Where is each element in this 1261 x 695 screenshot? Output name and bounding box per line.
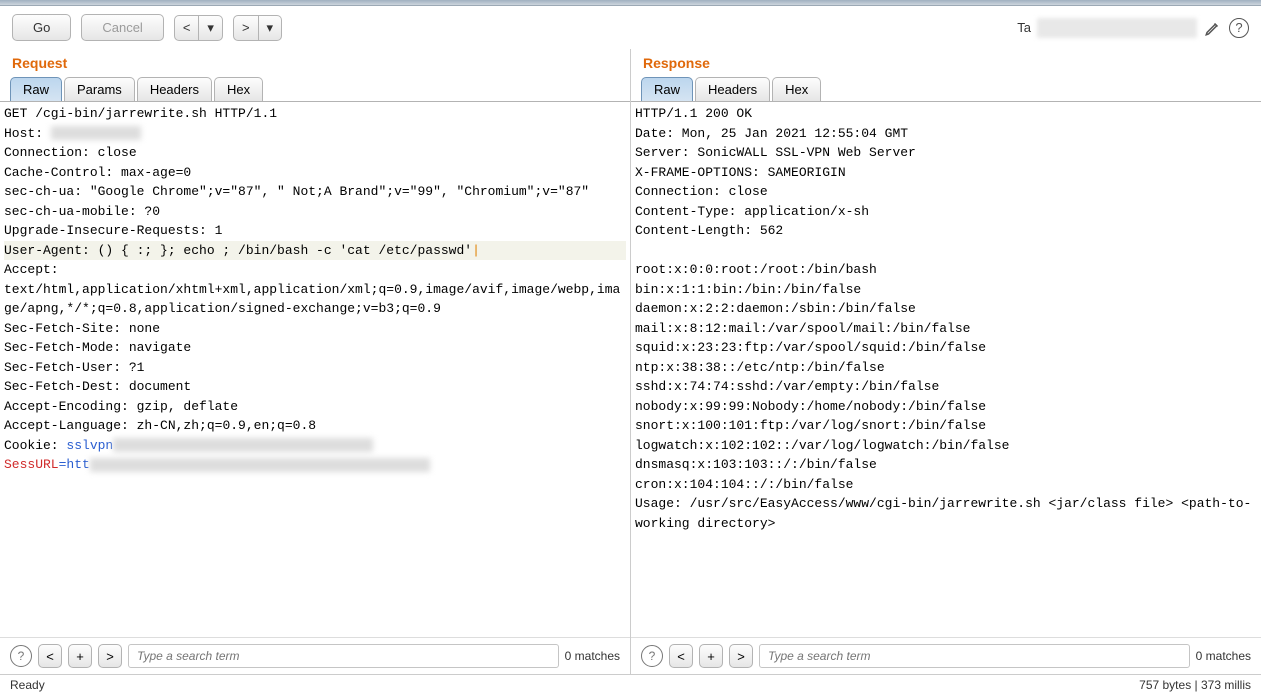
response-tabs: Raw Headers Hex (631, 77, 1261, 101)
request-search-add[interactable]: + (68, 644, 92, 668)
request-title: Request (0, 49, 630, 77)
request-search-bar: ? < + > 0 matches (0, 637, 630, 674)
status-bar: Ready 757 bytes | 373 millis (0, 674, 1261, 695)
response-matches: 0 matches (1196, 649, 1251, 663)
request-content[interactable]: GET /cgi-bin/jarrewrite.sh HTTP/1.1Host:… (0, 101, 630, 637)
request-panel: Request Raw Params Headers Hex GET /cgi-… (0, 49, 631, 674)
next-dropdown[interactable]: ▾ (259, 15, 283, 41)
response-title: Response (631, 49, 1261, 77)
main-split: Request Raw Params Headers Hex GET /cgi-… (0, 49, 1261, 674)
prev-button[interactable]: < (174, 15, 200, 41)
status-right: 757 bytes | 373 millis (1139, 678, 1251, 692)
response-search-help-icon[interactable]: ? (641, 645, 663, 667)
tab-hex-resp[interactable]: Hex (772, 77, 821, 101)
status-left: Ready (10, 678, 45, 692)
response-search-bar: ? < + > 0 matches (631, 637, 1261, 674)
request-matches: 0 matches (565, 649, 620, 663)
edit-icon[interactable] (1203, 18, 1223, 38)
prev-dropdown[interactable]: ▾ (199, 15, 223, 41)
request-search-help-icon[interactable]: ? (10, 645, 32, 667)
nav-prev-group: < ▾ (174, 15, 223, 41)
toolbar: Go Cancel < ▾ > ▾ Ta ? (0, 6, 1261, 49)
response-content[interactable]: HTTP/1.1 200 OKDate: Mon, 25 Jan 2021 12… (631, 101, 1261, 637)
go-button[interactable]: Go (12, 14, 71, 41)
request-tabs: Raw Params Headers Hex (0, 77, 630, 101)
request-search-input[interactable] (128, 644, 559, 668)
request-search-next[interactable]: > (98, 644, 122, 668)
response-panel: Response Raw Headers Hex HTTP/1.1 200 OK… (631, 49, 1261, 674)
response-search-add[interactable]: + (699, 644, 723, 668)
nav-next-group: > ▾ (233, 15, 282, 41)
tab-hex[interactable]: Hex (214, 77, 263, 101)
target-value-redacted (1037, 18, 1197, 38)
response-search-next[interactable]: > (729, 644, 753, 668)
request-search-prev[interactable]: < (38, 644, 62, 668)
response-search-input[interactable] (759, 644, 1190, 668)
tab-params[interactable]: Params (64, 77, 135, 101)
target-label: Ta (1017, 20, 1031, 35)
help-icon[interactable]: ? (1229, 18, 1249, 38)
tab-headers-resp[interactable]: Headers (695, 77, 770, 101)
tab-raw[interactable]: Raw (10, 77, 62, 101)
target-row: Ta ? (1017, 18, 1249, 38)
next-button[interactable]: > (233, 15, 259, 41)
tab-raw-resp[interactable]: Raw (641, 77, 693, 101)
tab-headers[interactable]: Headers (137, 77, 212, 101)
cancel-button[interactable]: Cancel (81, 14, 163, 41)
response-search-prev[interactable]: < (669, 644, 693, 668)
